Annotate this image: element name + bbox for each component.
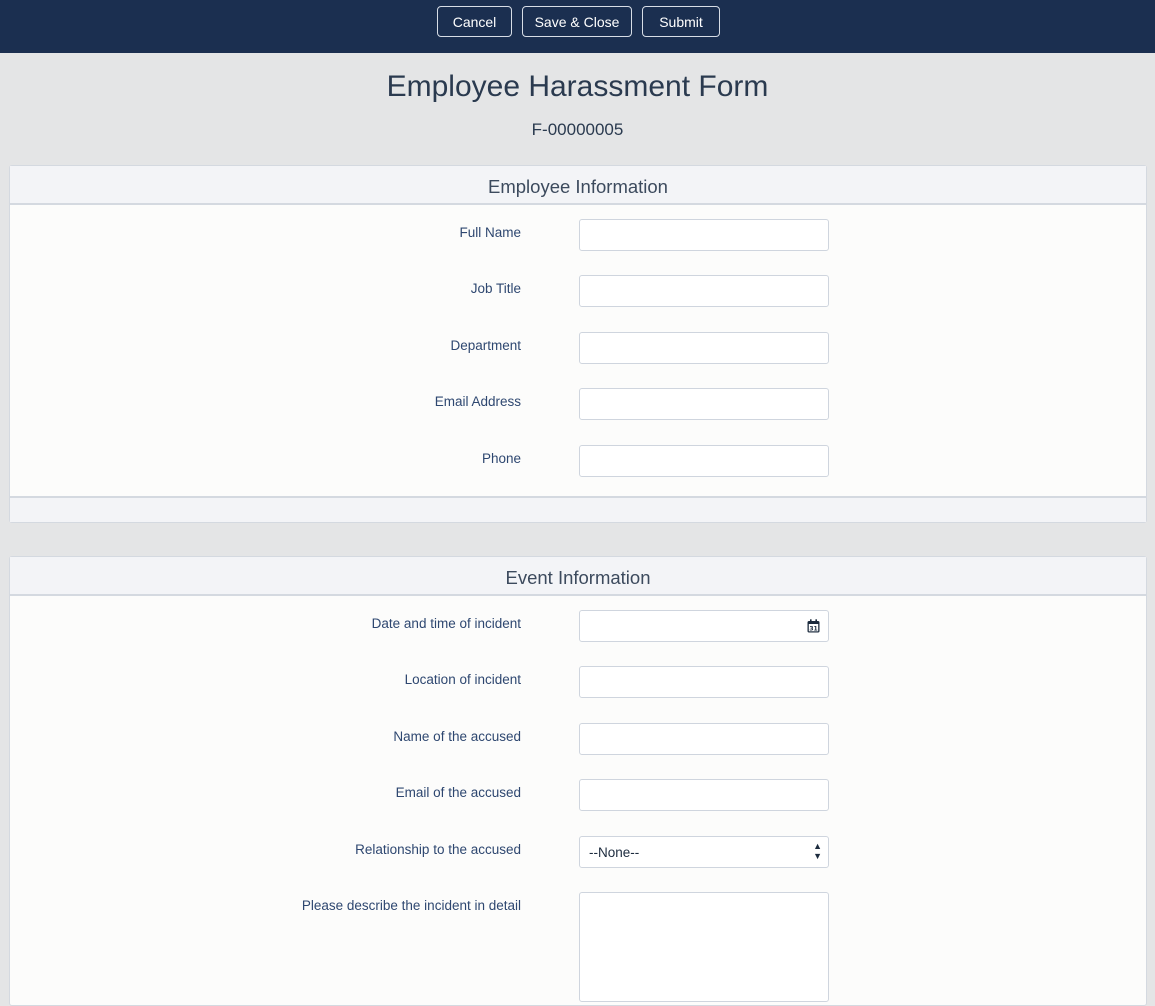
job-title-label: Job Title: [470, 281, 521, 296]
calendar-icon[interactable]: 31: [807, 619, 820, 633]
full-name-input[interactable]: [579, 219, 829, 251]
incident-datetime-input[interactable]: 31: [579, 610, 829, 642]
save-and-close-button[interactable]: Save & Close: [522, 6, 632, 37]
accused-email-input[interactable]: [579, 779, 829, 811]
job-title-input[interactable]: [579, 275, 829, 307]
field-department: Department: [10, 332, 1146, 364]
event-information-heading: Event Information: [10, 557, 1146, 596]
field-incident-location: Location of incident: [10, 666, 1146, 698]
event-information-card: Event Information Date and time of incid…: [9, 556, 1147, 1006]
field-accused-email: Email of the accused: [10, 779, 1146, 811]
page-title: Employee Harassment Form: [386, 70, 769, 103]
employee-information-heading: Employee Information: [10, 166, 1146, 205]
field-email-address: Email Address: [10, 388, 1146, 420]
field-incident-datetime: Date and time of incident 31: [10, 610, 1146, 642]
employee-information-footer: [10, 496, 1146, 522]
full-name-label: Full Name: [459, 225, 521, 240]
email-address-label: Email Address: [434, 394, 521, 409]
svg-text:31: 31: [809, 625, 817, 632]
accused-relationship-select[interactable]: --None-- ▲ ▼: [579, 836, 829, 868]
incident-datetime-label: Date and time of incident: [371, 616, 521, 631]
top-toolbar: Cancel Save & Close Submit: [0, 0, 1155, 53]
submit-button[interactable]: Submit: [642, 6, 720, 37]
field-incident-description: Please describe the incident in detail: [10, 892, 1146, 1002]
accused-relationship-value: --None--: [589, 845, 640, 860]
select-arrows-icon: ▲ ▼: [813, 841, 822, 861]
accused-email-label: Email of the accused: [395, 785, 521, 800]
field-job-title: Job Title: [10, 275, 1146, 307]
accused-relationship-label: Relationship to the accused: [355, 842, 521, 857]
incident-location-input[interactable]: [579, 666, 829, 698]
email-address-input[interactable]: [579, 388, 829, 420]
field-accused-name: Name of the accused: [10, 723, 1146, 755]
accused-name-label: Name of the accused: [393, 729, 521, 744]
incident-location-label: Location of incident: [404, 672, 521, 687]
phone-input[interactable]: [579, 445, 829, 477]
record-id: F-00000005: [531, 120, 624, 139]
field-phone: Phone: [10, 445, 1146, 477]
incident-description-textarea[interactable]: [579, 892, 829, 1002]
accused-name-input[interactable]: [579, 723, 829, 755]
department-label: Department: [450, 338, 521, 353]
incident-description-label: Please describe the incident in detail: [301, 898, 521, 913]
department-input[interactable]: [579, 332, 829, 364]
phone-label: Phone: [481, 451, 521, 466]
employee-information-card: Employee Information Full Name Job Title…: [9, 165, 1147, 523]
field-full-name: Full Name: [10, 219, 1146, 251]
field-accused-relationship: Relationship to the accused --None-- ▲ ▼: [10, 836, 1146, 868]
cancel-button[interactable]: Cancel: [437, 6, 512, 37]
